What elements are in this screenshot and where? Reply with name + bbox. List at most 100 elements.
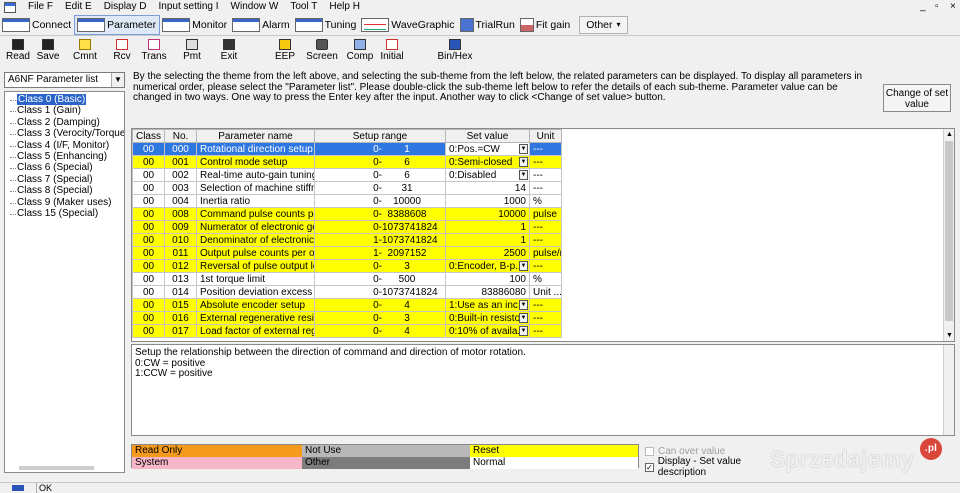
tab-alarm[interactable]: Alarm (230, 15, 292, 35)
parameter-list-select[interactable]: A6NF Parameter list ▼ (4, 72, 125, 88)
table-row[interactable]: 00012Reversal of pulse output logi... 0- 3… (132, 259, 562, 273)
tree-item-class-15[interactable]: Class 15 (Special) (5, 208, 124, 219)
table-row[interactable]: 00016External regenerative resisto... 0- 3… (132, 311, 562, 325)
tree-item-class-3[interactable]: Class 3 (Verocity/Torque/Fu (5, 128, 124, 139)
detail-scrollbar[interactable] (943, 345, 954, 435)
cmnt-button[interactable]: Cmnt (65, 39, 105, 62)
table-row[interactable]: 00 001 Control mode setup 0- 6 0:Semi-closed ▼… (132, 155, 562, 169)
tree-item-class-7[interactable]: Class 7 (Special) (5, 174, 124, 185)
tab-parameter[interactable]: Parameter (74, 14, 161, 35)
screen-button[interactable]: Screen (302, 39, 342, 62)
tab-fitgain[interactable]: Fit gain (518, 15, 573, 35)
restore-button[interactable]: ▫ (935, 0, 939, 14)
eep-button[interactable]: EEP (265, 39, 305, 62)
cell-set-value[interactable]: 0:10% of availa... ▼ (445, 324, 530, 338)
table-row[interactable]: 00003Selection of machine stiffnes... 0- 3… (132, 181, 562, 195)
scroll-down-icon[interactable]: ▼ (944, 330, 954, 341)
table-row[interactable]: 00014Position deviation excess se...0-10… (132, 285, 562, 299)
range-max: 1073741824 (382, 221, 438, 233)
table-row[interactable]: 00011Output pulse counts per one ... 1- 20… (132, 246, 562, 260)
cell-set-value[interactable]: 14 (445, 181, 530, 195)
chevron-down-icon[interactable]: ▼ (519, 326, 528, 336)
tree-item-class-2[interactable]: Class 2 (Damping) (5, 117, 124, 128)
tab-monitor[interactable]: Monitor (160, 15, 230, 35)
cell-setup-range: 0-1073741824 (314, 220, 446, 234)
display-description-checkbox[interactable]: ✓ Display - Set value description (645, 456, 785, 478)
cell-set-value[interactable]: 0:Encoder, B-p... ▼ (445, 259, 530, 273)
table-row[interactable]: 00 004 Inertia ratio 0- 10000 1000% (132, 194, 562, 208)
menu-tool[interactable]: Tool T (284, 0, 323, 14)
chevron-down-icon[interactable]: ▼ (519, 144, 528, 154)
table-row[interactable]: 00017Load factor of external regen... 0- 4… (132, 324, 562, 338)
cell-set-value[interactable]: 1000 (445, 194, 530, 208)
menu-input-setting[interactable]: Input setting I (152, 0, 224, 14)
watermark-text: Sprzedajemy (770, 446, 915, 472)
tab-tuning[interactable]: Tuning (293, 15, 360, 35)
pmt-button[interactable]: Pmt (172, 39, 212, 62)
other-dropdown-button[interactable]: Other ▾ (579, 15, 628, 34)
table-row[interactable]: 00 000 Rotational direction setup 0- 1 0:Pos.… (132, 142, 562, 156)
cell-set-value[interactable]: 0:Pos.=CW ▼ (445, 142, 530, 156)
table-row[interactable]: 00 013 1st torque limit 0- 500 100% (132, 272, 562, 286)
tree-item-class-8[interactable]: Class 8 (Special) (5, 185, 124, 196)
chevron-down-icon[interactable]: ▼ (519, 261, 528, 271)
menu-display[interactable]: Display D (98, 0, 153, 14)
column-header-no[interactable]: No. (164, 129, 197, 143)
range-max: 4 (404, 325, 410, 337)
cell-set-value[interactable]: 0:Disabled ▼ (445, 168, 530, 182)
close-button[interactable]: × (950, 0, 956, 14)
table-vertical-scrollbar[interactable]: ▲ ▼ (943, 129, 954, 341)
table-row[interactable]: 00008Command pulse counts per ... 0- 83886… (132, 207, 562, 221)
cell-set-value[interactable]: 1 (445, 233, 530, 247)
cell-set-value[interactable]: 0:Built-in resisto... ▼ (445, 311, 530, 325)
cell-set-value[interactable]: 0:Semi-closed ▼ (445, 155, 530, 169)
column-header-setup-range[interactable]: Setup range (314, 129, 446, 143)
cell-unit: --- (529, 220, 562, 234)
scroll-thumb[interactable] (945, 141, 953, 321)
cell-set-value[interactable]: 1:Use as an inc... ▼ (445, 298, 530, 312)
tab-wavegraphic[interactable]: WaveGraphic (359, 15, 457, 35)
column-header-parameter-name[interactable]: Parameter name (196, 129, 315, 143)
range-min: 0- (373, 221, 382, 233)
chevron-down-icon[interactable]: ▼ (519, 157, 528, 167)
menu-window[interactable]: Window W (225, 0, 285, 14)
save-button[interactable]: Save (28, 39, 68, 62)
tab-trialrun[interactable]: TrialRun (458, 15, 518, 35)
column-header-unit[interactable]: Unit (529, 129, 562, 143)
table-row[interactable]: 00002Real-time auto-gain tuning s...0-60… (132, 168, 562, 182)
exit-button[interactable]: Exit (209, 39, 249, 62)
binhex-button[interactable]: Bin/Hex (434, 39, 476, 62)
table-row[interactable]: 00 015 Absolute encoder setup 0- 4 1:Use as a… (132, 298, 562, 312)
cell-setup-range: 0- 4 (314, 324, 446, 338)
tree-item-class-0[interactable]: Class 0 (Basic) (5, 94, 124, 105)
cell-set-value[interactable]: 83886080 (445, 285, 530, 299)
change-set-value-button[interactable]: Change of set value (883, 84, 951, 112)
chevron-down-icon[interactable]: ▼ (519, 313, 528, 323)
cell-parameter-name: 1st torque limit (196, 272, 315, 286)
scroll-up-icon[interactable]: ▲ (944, 129, 954, 140)
tree-item-class-5[interactable]: Class 5 (Enhancing) (5, 151, 124, 162)
menu-edit[interactable]: Edit E (59, 0, 98, 14)
minimize-button[interactable]: _ (920, 0, 926, 14)
tree-item-class-9[interactable]: Class 9 (Maker uses) (5, 197, 124, 208)
tree-item-class-1[interactable]: Class 1 (Gain) (5, 105, 124, 116)
cell-set-value[interactable]: 100 (445, 272, 530, 286)
trans-button[interactable]: Trans (134, 39, 174, 62)
cell-set-value[interactable]: 2500 (445, 246, 530, 260)
table-row[interactable]: 00 009 Numerator of electronic gear 0-10737… (132, 220, 562, 234)
menu-help[interactable]: Help H (323, 0, 366, 14)
menu-file[interactable]: File F (22, 0, 59, 14)
cell-set-value[interactable]: 1 (445, 220, 530, 234)
tree-item-class-4[interactable]: Class 4 (I/F, Monitor) (5, 140, 124, 151)
tab-connect[interactable]: Connect (0, 15, 74, 35)
cell-set-value[interactable]: 10000 (445, 207, 530, 221)
tree-item-class-6[interactable]: Class 6 (Special) (5, 162, 124, 173)
chevron-down-icon[interactable]: ▼ (519, 170, 528, 180)
tree-horizontal-scrollbar[interactable] (19, 466, 94, 470)
table-row[interactable]: 00010Denominator of electronic ge...1-10… (132, 233, 562, 247)
column-header-set-value[interactable]: Set value (445, 129, 530, 143)
column-header-class[interactable]: Class (132, 129, 165, 143)
chevron-down-icon[interactable]: ▼ (519, 300, 528, 310)
tree-item-label: Class 1 (Gain) (17, 105, 81, 117)
initial-button[interactable]: Initial (372, 39, 412, 62)
